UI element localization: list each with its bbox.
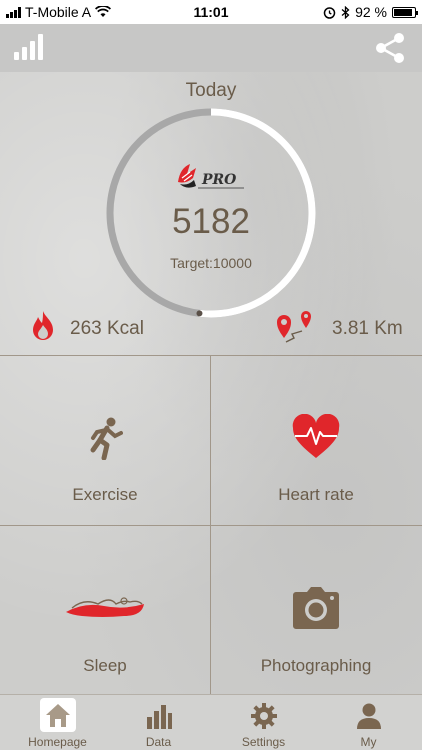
- tile-label: Heart rate: [278, 485, 354, 504]
- route-pin-icon: [277, 311, 311, 343]
- step-target: Target:10000: [170, 255, 252, 271]
- gear-icon: [250, 703, 277, 729]
- tile-label: Photographing: [260, 656, 372, 675]
- pro-logo: PRO: [178, 164, 244, 189]
- progress-end-dot: [196, 310, 203, 317]
- period-title: Today: [185, 80, 237, 101]
- tile-label: Sleep: [83, 656, 127, 675]
- signal-bars-icon[interactable]: [14, 34, 43, 60]
- calories-value: 263 Kcal: [70, 318, 144, 339]
- tile-sleep[interactable]: Sleep: [0, 526, 210, 696]
- running-person-icon: [90, 417, 123, 460]
- alarm-icon: [323, 6, 336, 19]
- status-indicators: 92 %: [323, 4, 418, 20]
- top-nav-bar: [0, 24, 422, 72]
- step-count: 5182: [172, 202, 250, 241]
- tab-data[interactable]: Data: [106, 695, 211, 750]
- person-icon: [356, 703, 381, 729]
- status-bar: T-Mobile A 11:01 92 %: [0, 0, 422, 24]
- tab-label: Settings: [241, 735, 286, 749]
- tab-settings[interactable]: Settings: [211, 695, 316, 750]
- battery-percent: 92 %: [355, 4, 387, 20]
- logo-text: PRO: [201, 172, 237, 188]
- share-icon[interactable]: [372, 30, 408, 66]
- dashboard: Today PRO 5182 Target:10000 263 Kcal 3.8…: [0, 72, 422, 694]
- tab-label: Homepage: [28, 735, 87, 749]
- tile-photographing[interactable]: Photographing: [211, 526, 421, 696]
- tab-label: Data: [145, 735, 172, 749]
- bar-chart-icon: [146, 705, 172, 729]
- tile-exercise[interactable]: Exercise: [0, 356, 210, 526]
- sleep-icon: [66, 597, 144, 617]
- tab-homepage[interactable]: Homepage: [5, 695, 110, 750]
- home-icon: [45, 704, 70, 727]
- camera-icon: [293, 587, 339, 629]
- heart-pulse-icon: [292, 414, 340, 458]
- bottom-tab-bar: Homepage Data Settings My: [0, 694, 422, 750]
- tile-label: Exercise: [72, 485, 138, 504]
- battery-icon: [392, 6, 418, 18]
- flame-icon: [33, 311, 53, 340]
- tile-heart-rate[interactable]: Heart rate: [211, 356, 421, 526]
- bluetooth-icon: [341, 5, 350, 19]
- tab-label: My: [360, 735, 377, 749]
- distance-value: 3.81 Km: [332, 318, 403, 339]
- tab-my[interactable]: My: [316, 695, 421, 750]
